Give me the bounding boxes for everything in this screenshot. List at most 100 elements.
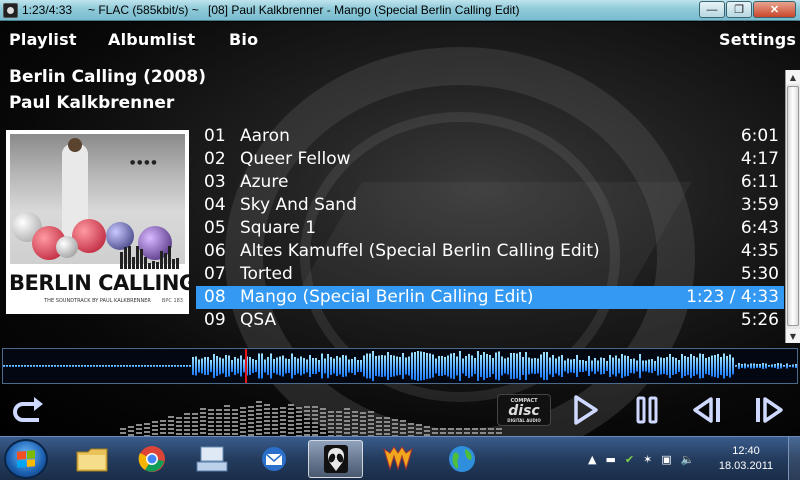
previous-track-button[interactable] xyxy=(686,390,728,430)
waveform-sample xyxy=(591,360,593,372)
security-flag-icon[interactable]: ✔ xyxy=(625,453,634,466)
play-icon xyxy=(574,395,598,425)
track-row[interactable]: 06 Altes Kamuffel (Special Berlin Calling… xyxy=(196,240,784,263)
spectrum-bar xyxy=(416,424,422,436)
show-hidden-icons-icon[interactable]: ▲ xyxy=(588,453,596,466)
taskbar-player[interactable] xyxy=(308,440,363,478)
waveform-sample xyxy=(426,353,428,379)
track-row[interactable]: 05 Square 1 6:43 xyxy=(196,217,784,240)
cover-eq-bar xyxy=(132,257,135,269)
scroll-up-arrow-icon[interactable]: ▲ xyxy=(786,70,800,84)
waveform-sample xyxy=(570,359,572,373)
player-app-icon[interactable] xyxy=(3,3,18,18)
nav-bio[interactable]: Bio xyxy=(229,30,258,49)
waveform-sample xyxy=(663,358,665,374)
track-title: Azure xyxy=(240,172,289,192)
track-row[interactable]: 01 Aaron 6:01 xyxy=(196,125,784,148)
nav-settings[interactable]: Settings xyxy=(719,30,796,49)
waveform-sample xyxy=(279,356,281,376)
waveform-sample xyxy=(627,356,629,376)
waveform-sample xyxy=(471,355,473,377)
waveform-sample xyxy=(132,365,134,367)
taskbar-clock[interactable]: 12:40 18.03.2011 xyxy=(716,444,776,474)
waveform-sample xyxy=(282,355,284,377)
spectrum-bar xyxy=(384,417,390,436)
waveform-sample xyxy=(480,355,482,377)
playhead-cursor[interactable] xyxy=(245,349,247,383)
waveform-sample xyxy=(555,358,557,374)
waveform-sample xyxy=(291,353,293,379)
waveform-sample xyxy=(441,356,443,376)
repeat-button[interactable] xyxy=(8,390,50,430)
next-track-button[interactable] xyxy=(748,390,790,430)
compact-disc-logo: COMPACT disc DIGITAL AUDIO xyxy=(497,394,551,426)
track-row[interactable]: 08 Mango (Special Berlin Calling Edit) 1:2… xyxy=(196,286,784,309)
waveform-sample xyxy=(123,365,125,367)
maximize-button[interactable]: ❐ xyxy=(726,1,752,18)
track-row[interactable]: 03 Azure 6:11 xyxy=(196,171,784,194)
track-row[interactable]: 04 Sky And Sand 3:59 xyxy=(196,194,784,217)
play-button[interactable] xyxy=(566,390,604,430)
waveform-sample xyxy=(414,352,416,380)
track-row[interactable]: 02 Queer Fellow 4:17 xyxy=(196,148,784,171)
waveform-sample xyxy=(204,357,206,375)
waveform-sample xyxy=(753,363,755,369)
waveform-sample xyxy=(432,354,434,378)
waveform-sample xyxy=(360,360,362,372)
waveform-sample xyxy=(402,353,404,379)
waveform-sample xyxy=(723,353,725,379)
waveform-seekbar[interactable] xyxy=(2,348,798,384)
waveform-sample xyxy=(675,358,677,374)
waveform-sample xyxy=(543,352,545,380)
spectrum-bar xyxy=(376,417,382,436)
start-button[interactable] xyxy=(4,439,48,479)
window-titlebar[interactable]: 1:23/4:33 ~ FLAC (585kbit/s) ~ [08] Paul… xyxy=(0,0,800,21)
track-duration: 1:23 / 4:33 xyxy=(686,287,779,307)
usb-device-icon[interactable]: ▬ xyxy=(605,453,615,466)
waveform-sample xyxy=(552,355,554,377)
waveform-sample xyxy=(342,355,344,377)
minimize-button[interactable]: — xyxy=(699,1,725,18)
waveform-sample xyxy=(399,357,401,375)
waveform-sample xyxy=(111,365,113,367)
waveform-sample xyxy=(705,358,707,374)
spectrum-bar xyxy=(352,411,358,436)
taskbar-keyboard[interactable] xyxy=(184,440,239,478)
waveform-sample xyxy=(669,354,671,378)
track-row[interactable]: 07 Torted 5:30 xyxy=(196,263,784,286)
track-duration: 5:30 xyxy=(740,264,779,284)
scroll-down-arrow-icon[interactable]: ▼ xyxy=(786,329,800,343)
nav-playlist[interactable]: Playlist xyxy=(9,30,77,49)
taskbar-winamp[interactable] xyxy=(370,440,425,478)
pause-button[interactable] xyxy=(628,390,666,430)
spectrum-bar xyxy=(320,408,326,436)
waveform-sample xyxy=(528,357,530,375)
track-number: 05 xyxy=(204,218,226,238)
waveform-sample xyxy=(345,355,347,377)
waveform-sample xyxy=(714,355,716,377)
track-row[interactable]: 09 QSA 5:26 xyxy=(196,309,784,332)
bluetooth-icon[interactable]: ✶ xyxy=(643,453,652,466)
waveform-sample xyxy=(9,365,11,367)
show-desktop-button[interactable] xyxy=(788,437,800,480)
waveform-sample xyxy=(594,358,596,374)
waveform-sample xyxy=(105,365,107,367)
taskbar-globe[interactable] xyxy=(434,440,489,478)
close-button[interactable]: ✕ xyxy=(753,1,796,18)
scrollbar-thumb[interactable] xyxy=(787,86,799,326)
cover-ball xyxy=(56,236,78,258)
taskbar-explorer[interactable] xyxy=(64,440,119,478)
taskbar-email[interactable] xyxy=(246,440,301,478)
volume-icon[interactable]: 🔈 xyxy=(681,453,695,466)
tracklist-scrollbar[interactable]: ▲ ▼ xyxy=(785,70,800,343)
waveform-sample xyxy=(780,363,782,369)
chrome-icon xyxy=(138,446,165,472)
waveform-sample xyxy=(744,363,746,369)
waveform-sample xyxy=(456,356,458,376)
network-icon[interactable]: ▣ xyxy=(661,453,671,466)
waveform-sample xyxy=(6,365,8,367)
waveform-sample xyxy=(348,359,350,373)
taskbar-chrome[interactable] xyxy=(124,440,179,478)
nav-albumlist[interactable]: Albumlist xyxy=(108,30,195,49)
spectrum-bar xyxy=(304,406,310,436)
